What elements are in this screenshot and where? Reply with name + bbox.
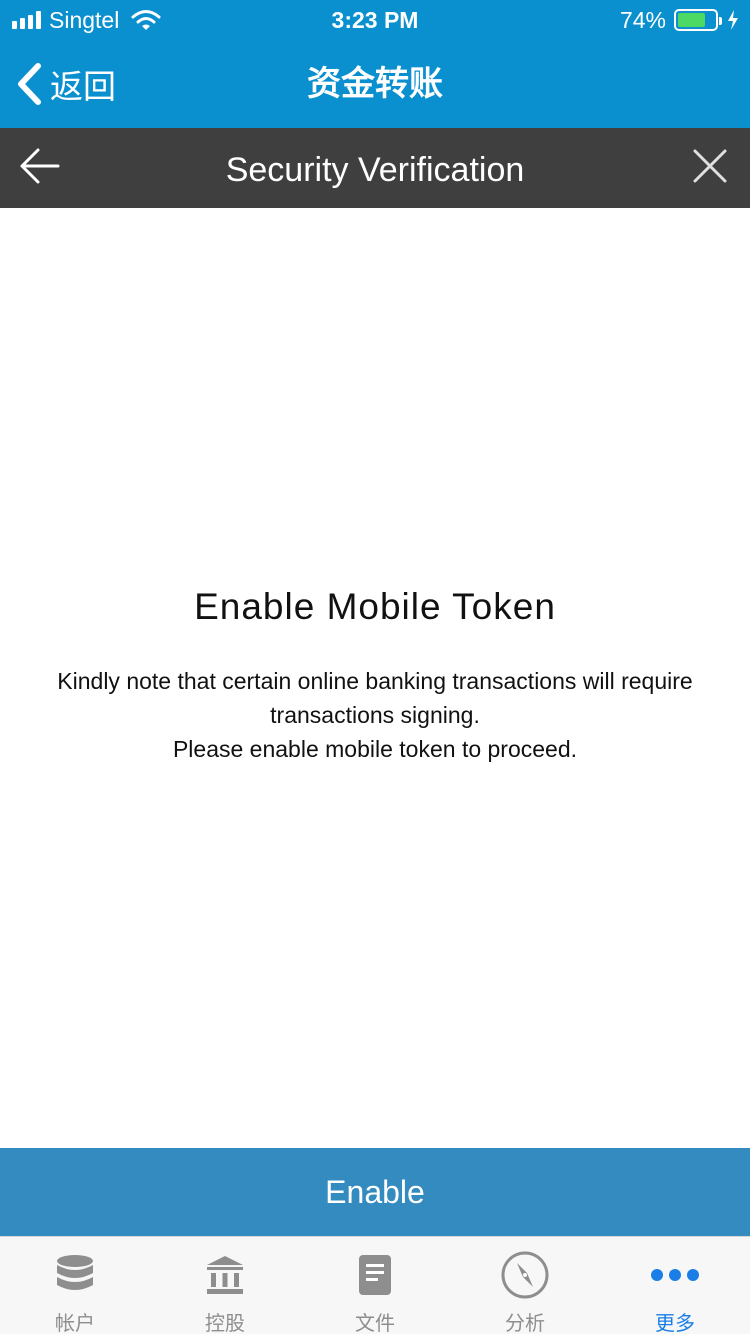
message-line-1: Kindly note that certain online banking …	[57, 668, 693, 728]
tab-label: 文件	[355, 1313, 395, 1334]
navigation-bar: 返回 资金转账	[0, 40, 750, 128]
tab-label: 更多	[655, 1313, 695, 1334]
enable-token-message: Kindly note that certain online banking …	[16, 664, 734, 766]
document-icon	[350, 1251, 400, 1299]
battery-icon	[674, 9, 722, 31]
charging-icon	[728, 10, 738, 30]
tab-label: 控股	[205, 1313, 245, 1334]
bank-icon	[200, 1251, 250, 1299]
main-content: Enable Mobile Token Kindly note that cer…	[0, 208, 750, 1148]
close-icon[interactable]	[692, 148, 728, 184]
database-icon	[50, 1251, 100, 1299]
tab-bar: 帐户 控股 文件 分析 更多	[0, 1236, 750, 1334]
security-verification-title: Security Verification	[225, 151, 525, 189]
status-right: 74%	[620, 6, 740, 34]
tab-more[interactable]: 更多	[600, 1237, 750, 1334]
enable-button[interactable]: Enable	[0, 1148, 750, 1236]
battery-level	[678, 13, 705, 27]
tab-label: 帐户	[55, 1313, 95, 1334]
tab-label: 分析	[505, 1313, 545, 1334]
tab-documents[interactable]: 文件	[300, 1237, 450, 1334]
status-bar: Singtel 3:23 PM 74%	[0, 0, 750, 40]
enable-token-heading: Enable Mobile Token	[194, 586, 556, 627]
tab-holdings[interactable]: 控股	[150, 1237, 300, 1334]
message-line-2: Please enable mobile token to proceed.	[172, 736, 578, 762]
security-verification-header: Security Verification	[0, 128, 750, 208]
battery-percent: 74%	[619, 6, 666, 33]
more-icon	[650, 1251, 700, 1299]
page-title: 资金转账	[307, 65, 443, 103]
tab-accounts[interactable]: 帐户	[0, 1237, 150, 1334]
compass-icon	[500, 1251, 550, 1299]
tab-analysis[interactable]: 分析	[450, 1237, 600, 1334]
